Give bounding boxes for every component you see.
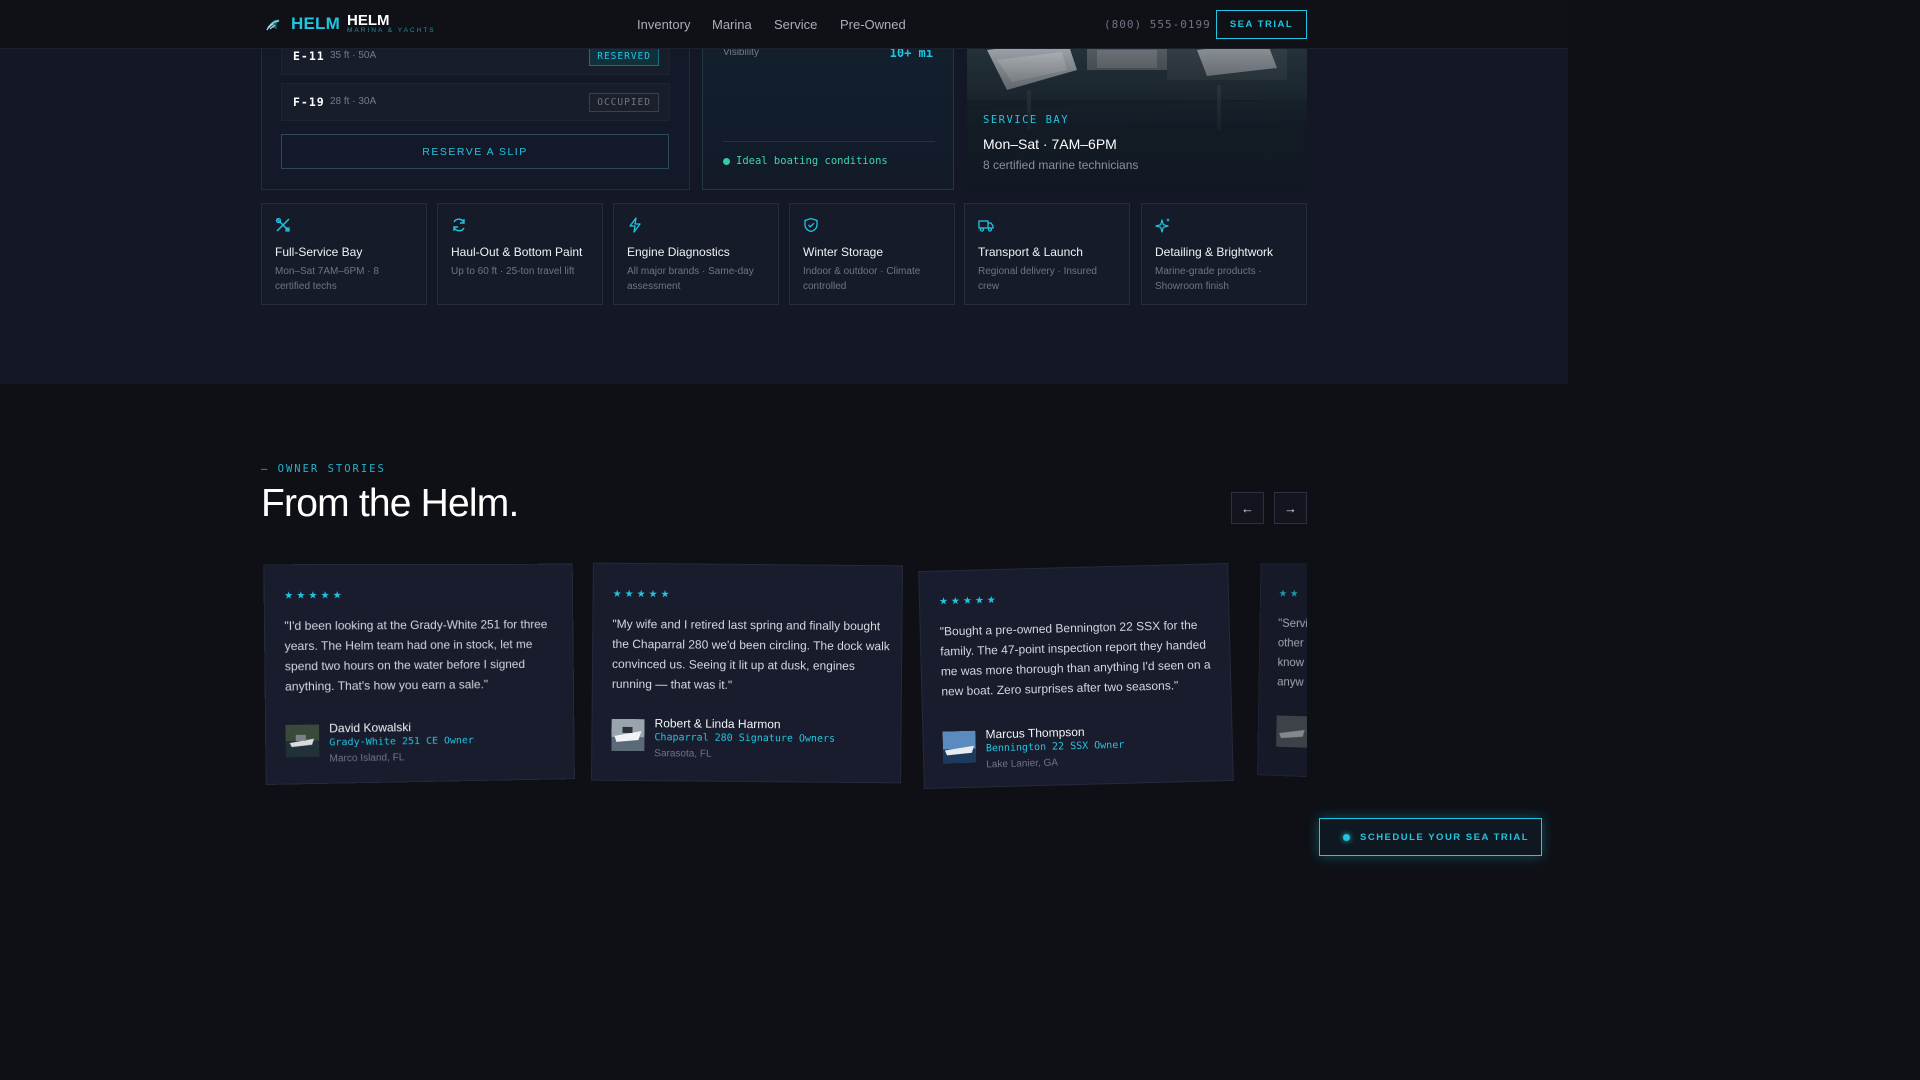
- testimonial-clip: ★★ "Servi other know anyw: [1248, 555, 1307, 795]
- service-bay-hours: Mon–Sat · 7AM–6PM: [983, 136, 1117, 152]
- rating-stars-icon: ★★★★★: [284, 590, 345, 601]
- refresh-icon: [451, 217, 467, 233]
- owner-name: David Kowalski: [329, 720, 411, 735]
- truck-icon: [978, 217, 994, 233]
- slip-row[interactable]: F-19 28 ft · 30A OCCUPIED: [281, 83, 670, 121]
- boat-thumbnail: [1276, 715, 1307, 747]
- brand-name[interactable]: HELM: [291, 14, 340, 34]
- boat-thumbnail: [611, 719, 644, 751]
- nav-link-marina[interactable]: Marina: [712, 17, 752, 32]
- service-card-transport[interactable]: Transport & Launch Regional delivery · I…: [964, 203, 1130, 305]
- service-card-engine-diagnostics[interactable]: Engine Diagnostics All major brands · Sa…: [613, 203, 779, 305]
- rating-stars-icon: ★★★★★: [613, 589, 673, 601]
- carousel-prev-button[interactable]: ←: [1231, 492, 1264, 524]
- slip-id: F-19: [293, 95, 325, 109]
- cta-label: SCHEDULE YOUR SEA TRIAL: [1360, 832, 1529, 843]
- service-card-full-service[interactable]: Full-Service Bay Mon–Sat 7AM–6PM · 8 cer…: [261, 203, 427, 305]
- testimonial-quote: "I'd been looking at the Grady-White 251…: [284, 614, 562, 697]
- testimonial-card[interactable]: ★★ "Servi other know anyw: [1257, 562, 1307, 787]
- helm-logo-icon[interactable]: [263, 15, 283, 35]
- service-bay-photo: SERVICE BAY Mon–Sat · 7AM–6PM 8 certifie…: [967, 30, 1307, 190]
- divider: [723, 141, 935, 142]
- nav-link-inventory[interactable]: Inventory: [637, 17, 690, 32]
- rating-stars-icon: ★★: [1279, 589, 1302, 600]
- service-desc: Mon–Sat 7AM–6PM · 8 certified techs: [275, 264, 415, 294]
- section-heading: From the Helm.: [261, 482, 519, 526]
- testimonial-card[interactable]: ★★★★★ "Bought a pre-owned Bennington 22 …: [918, 563, 1234, 789]
- phone-number[interactable]: (800) 555-0199: [1104, 18, 1211, 31]
- status-badge: RESERVED: [589, 47, 659, 66]
- owner-name: Robert & Linda Harmon: [654, 716, 780, 731]
- service-desc: Marine-grade products · Showroom finish: [1155, 264, 1295, 294]
- owner-location: Sarasota, FL: [654, 748, 711, 759]
- owner-boat: Grady-White 251 CE Owner: [329, 735, 474, 748]
- service-desc: Up to 60 ft · 25-ton travel lift: [451, 264, 591, 279]
- owner-boat: Bennington 22 SSX Owner: [986, 740, 1125, 755]
- owner-location: Marco Island, FL: [329, 752, 404, 764]
- service-card-winter-storage[interactable]: Winter Storage Indoor & outdoor · Climat…: [789, 203, 955, 305]
- section-kicker: — OWNER STORIES: [261, 463, 386, 475]
- sparkles-icon: [1155, 217, 1171, 233]
- testimonial-quote: "Bought a pre-owned Bennington 22 SSX fo…: [940, 614, 1220, 701]
- sea-trial-button[interactable]: SEA TRIAL: [1216, 10, 1307, 39]
- brand-subtitle: MARINA & YACHTS: [347, 27, 436, 34]
- service-title: Winter Storage: [803, 245, 883, 259]
- top-navbar: HELM HELM MARINA & YACHTS Inventory Mari…: [0, 0, 1568, 49]
- service-card-detailing[interactable]: Detailing & Brightwork Marine-grade prod…: [1141, 203, 1307, 305]
- service-bay-note: 8 certified marine technicians: [983, 158, 1138, 172]
- testimonial-card[interactable]: ★★★★★ "My wife and I retired last spring…: [591, 563, 903, 784]
- boat-thumbnail: [942, 731, 976, 764]
- service-title: Engine Diagnostics: [627, 245, 730, 259]
- slip-id: E-11: [293, 49, 325, 63]
- conditions-panel: Visibility 10+ mi Ideal boating conditio…: [702, 30, 954, 190]
- service-desc: Regional delivery · Insured crew: [978, 264, 1118, 294]
- status-badge: OCCUPIED: [589, 93, 659, 112]
- carousel-next-button[interactable]: →: [1274, 492, 1307, 524]
- nav-link-pre-owned[interactable]: Pre-Owned: [840, 17, 906, 32]
- testimonial-quote: "Servi other know anyw: [1277, 613, 1307, 692]
- pulse-dot-icon: [1343, 834, 1350, 841]
- service-title: Transport & Launch: [978, 245, 1083, 259]
- nav-link-service[interactable]: Service: [774, 17, 817, 32]
- owner-boat: Chaparral 280 Signature Owners: [654, 732, 835, 745]
- service-title: Detailing & Brightwork: [1155, 245, 1273, 259]
- schedule-sea-trial-button[interactable]: SCHEDULE YOUR SEA TRIAL: [1319, 818, 1542, 856]
- testimonial-quote: "My wife and I retired last spring and f…: [612, 614, 891, 696]
- owner-location: Lake Lanier, GA: [986, 758, 1058, 771]
- owner-name: Marcus Thompson: [985, 725, 1084, 742]
- slip-spec: 28 ft · 30A: [330, 96, 376, 107]
- boat-thumbnail: [285, 724, 319, 757]
- reserve-slip-button[interactable]: RESERVE A SLIP: [281, 134, 669, 169]
- slip-availability-panel: E-11 35 ft · 50A RESERVED F-19 28 ft · 3…: [261, 30, 690, 190]
- bolt-icon: [627, 217, 643, 233]
- status-dot-icon: [723, 158, 730, 165]
- testimonial-card[interactable]: ★★★★★ "I'd been looking at the Grady-Whi…: [263, 564, 575, 785]
- slip-spec: 35 ft · 50A: [330, 50, 376, 61]
- shield-icon: [803, 217, 819, 233]
- service-desc: Indoor & outdoor · Climate controlled: [803, 264, 943, 294]
- service-title: Full-Service Bay: [275, 245, 362, 259]
- rating-stars-icon: ★★★★★: [939, 595, 999, 608]
- service-title: Haul-Out & Bottom Paint: [451, 245, 582, 259]
- service-desc: All major brands · Same-day assessment: [627, 264, 767, 294]
- service-bay-kicker: SERVICE BAY: [983, 114, 1069, 126]
- conditions-status: Ideal boating conditions: [736, 155, 888, 167]
- wrench-icon: [275, 217, 291, 233]
- service-card-haul-out[interactable]: Haul-Out & Bottom Paint Up to 60 ft · 25…: [437, 203, 603, 305]
